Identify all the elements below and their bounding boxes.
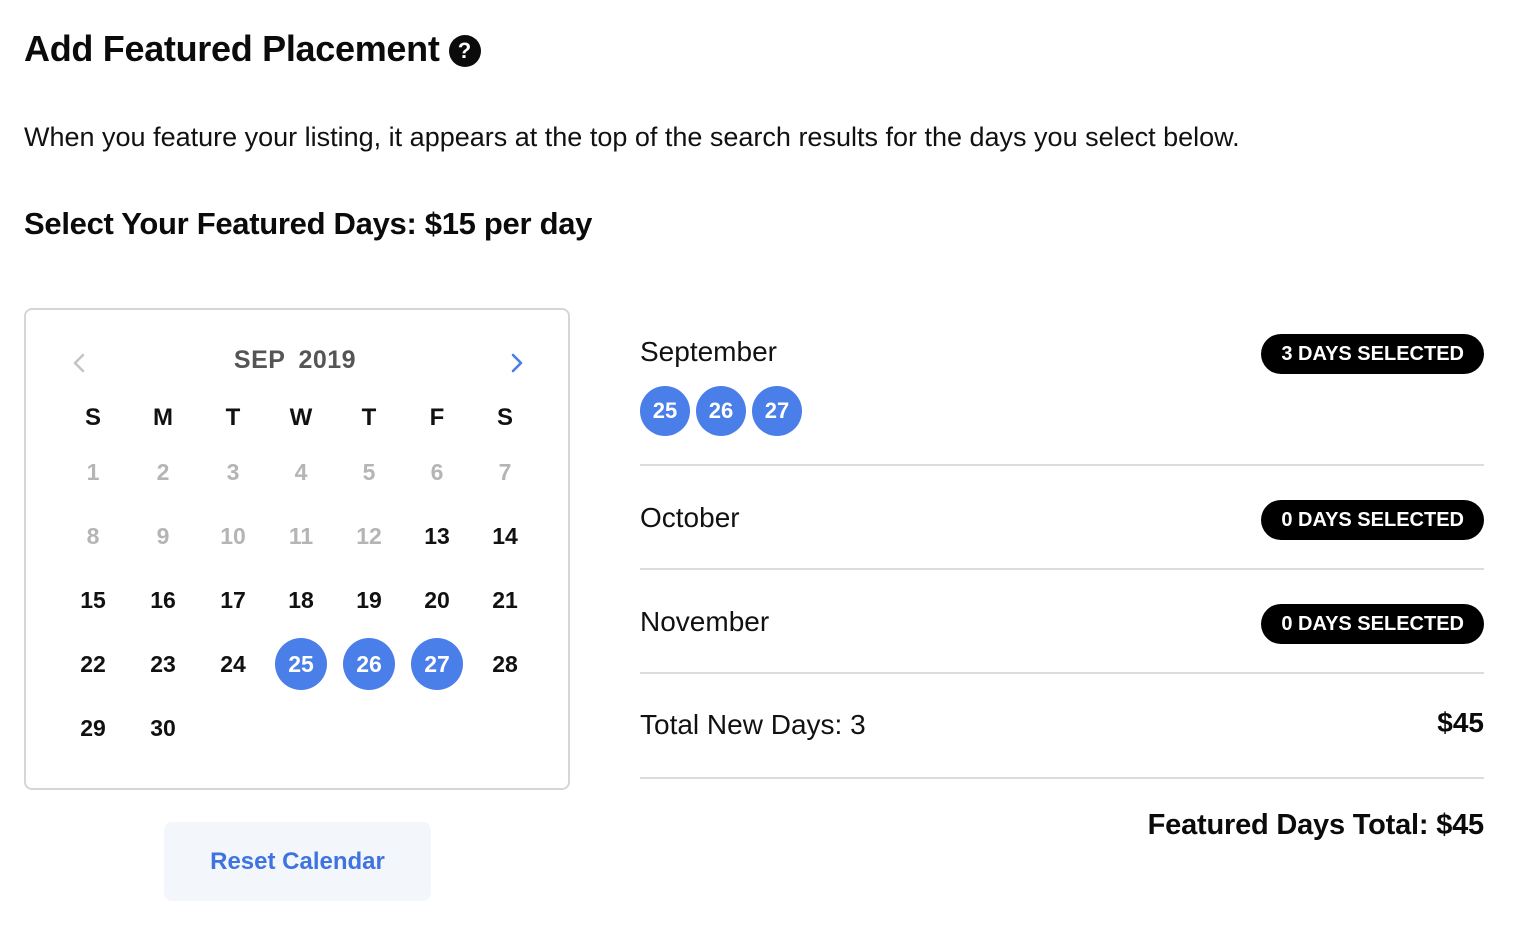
- calendar-day-selected[interactable]: 25: [275, 638, 327, 690]
- days-selected-badge: 3 DAYS SELECTED: [1261, 334, 1484, 374]
- selected-day-chip[interactable]: 25: [640, 386, 690, 436]
- calendar-day[interactable]: 18: [275, 574, 327, 626]
- intro-text: When you feature your listing, it appear…: [24, 122, 1240, 152]
- calendar-day-disabled: 9: [156, 522, 170, 549]
- help-icon[interactable]: ?: [448, 35, 481, 67]
- calendar-day[interactable]: 19: [343, 574, 395, 626]
- weekday-label: M: [153, 404, 173, 431]
- calendar-day[interactable]: 13: [411, 510, 463, 562]
- weekday-label: T: [225, 404, 241, 431]
- featured-days-total: Featured Days Total: $45: [1147, 809, 1485, 841]
- calendar-day-disabled: 1: [86, 458, 100, 485]
- summary-month-september: September: [640, 336, 777, 367]
- calendar-day[interactable]: 14: [479, 510, 531, 562]
- weekday-label: S: [84, 404, 101, 431]
- chevron-right-icon[interactable]: [502, 348, 532, 378]
- selected-day-chip[interactable]: 27: [752, 386, 802, 436]
- calendar-day[interactable]: 29: [67, 702, 119, 754]
- weekday-label: T: [361, 404, 377, 431]
- reset-calendar-button[interactable]: Reset Calendar: [164, 822, 431, 901]
- selected-day-chip[interactable]: 26: [696, 386, 746, 436]
- calendar-day[interactable]: 24: [207, 638, 259, 690]
- summary-month-november: November: [640, 606, 770, 637]
- total-amount: $45: [1437, 707, 1484, 738]
- calendar-day[interactable]: 30: [137, 702, 189, 754]
- calendar-day-disabled: 5: [362, 458, 376, 485]
- calendar-day-disabled: 2: [156, 458, 170, 485]
- calendar-month-label: SEP 2019: [233, 346, 357, 374]
- summary-month-october: October: [640, 502, 740, 533]
- divider: [640, 777, 1484, 779]
- calendar-day-disabled: 11: [288, 522, 314, 549]
- weekday-label: S: [496, 404, 513, 431]
- page-title: Add Featured Placement: [24, 28, 440, 69]
- weekday-label: W: [289, 404, 313, 431]
- calendar-day-selected[interactable]: 26: [343, 638, 395, 690]
- calendar-day[interactable]: 17: [207, 574, 259, 626]
- select-days-heading: Select Your Featured Days: $15 per day: [24, 206, 593, 241]
- calendar-day[interactable]: 15: [67, 574, 119, 626]
- days-selected-badge: 0 DAYS SELECTED: [1261, 604, 1484, 644]
- calendar-day[interactable]: 20: [411, 574, 463, 626]
- calendar-day-disabled: 3: [226, 458, 240, 485]
- calendar: SEP 2019 SMTWTFS 1 2 3 4 5 6 7 8 9 10 11 12 13 14 15 16…: [24, 308, 570, 790]
- calendar-day[interactable]: 22: [67, 638, 119, 690]
- calendar-day-selected[interactable]: 27: [411, 638, 463, 690]
- divider: [640, 672, 1484, 674]
- days-selected-badge: 0 DAYS SELECTED: [1261, 500, 1484, 540]
- calendar-day[interactable]: 21: [479, 574, 531, 626]
- calendar-day-disabled: 4: [294, 458, 308, 485]
- total-new-days: Total New Days: 3: [640, 709, 866, 740]
- divider: [640, 568, 1484, 570]
- calendar-day-disabled: 6: [430, 458, 444, 485]
- calendar-day[interactable]: 28: [479, 638, 531, 690]
- calendar-day[interactable]: 23: [137, 638, 189, 690]
- title-row: Add Featured Placement ?: [24, 28, 481, 70]
- calendar-day-disabled: 10: [220, 522, 246, 549]
- weekday-label: F: [429, 404, 445, 431]
- calendar-day-disabled: 8: [86, 522, 100, 549]
- divider: [640, 464, 1484, 466]
- calendar-day-disabled: 12: [356, 522, 382, 549]
- calendar-day-disabled: 7: [498, 458, 512, 485]
- calendar-day[interactable]: 16: [137, 574, 189, 626]
